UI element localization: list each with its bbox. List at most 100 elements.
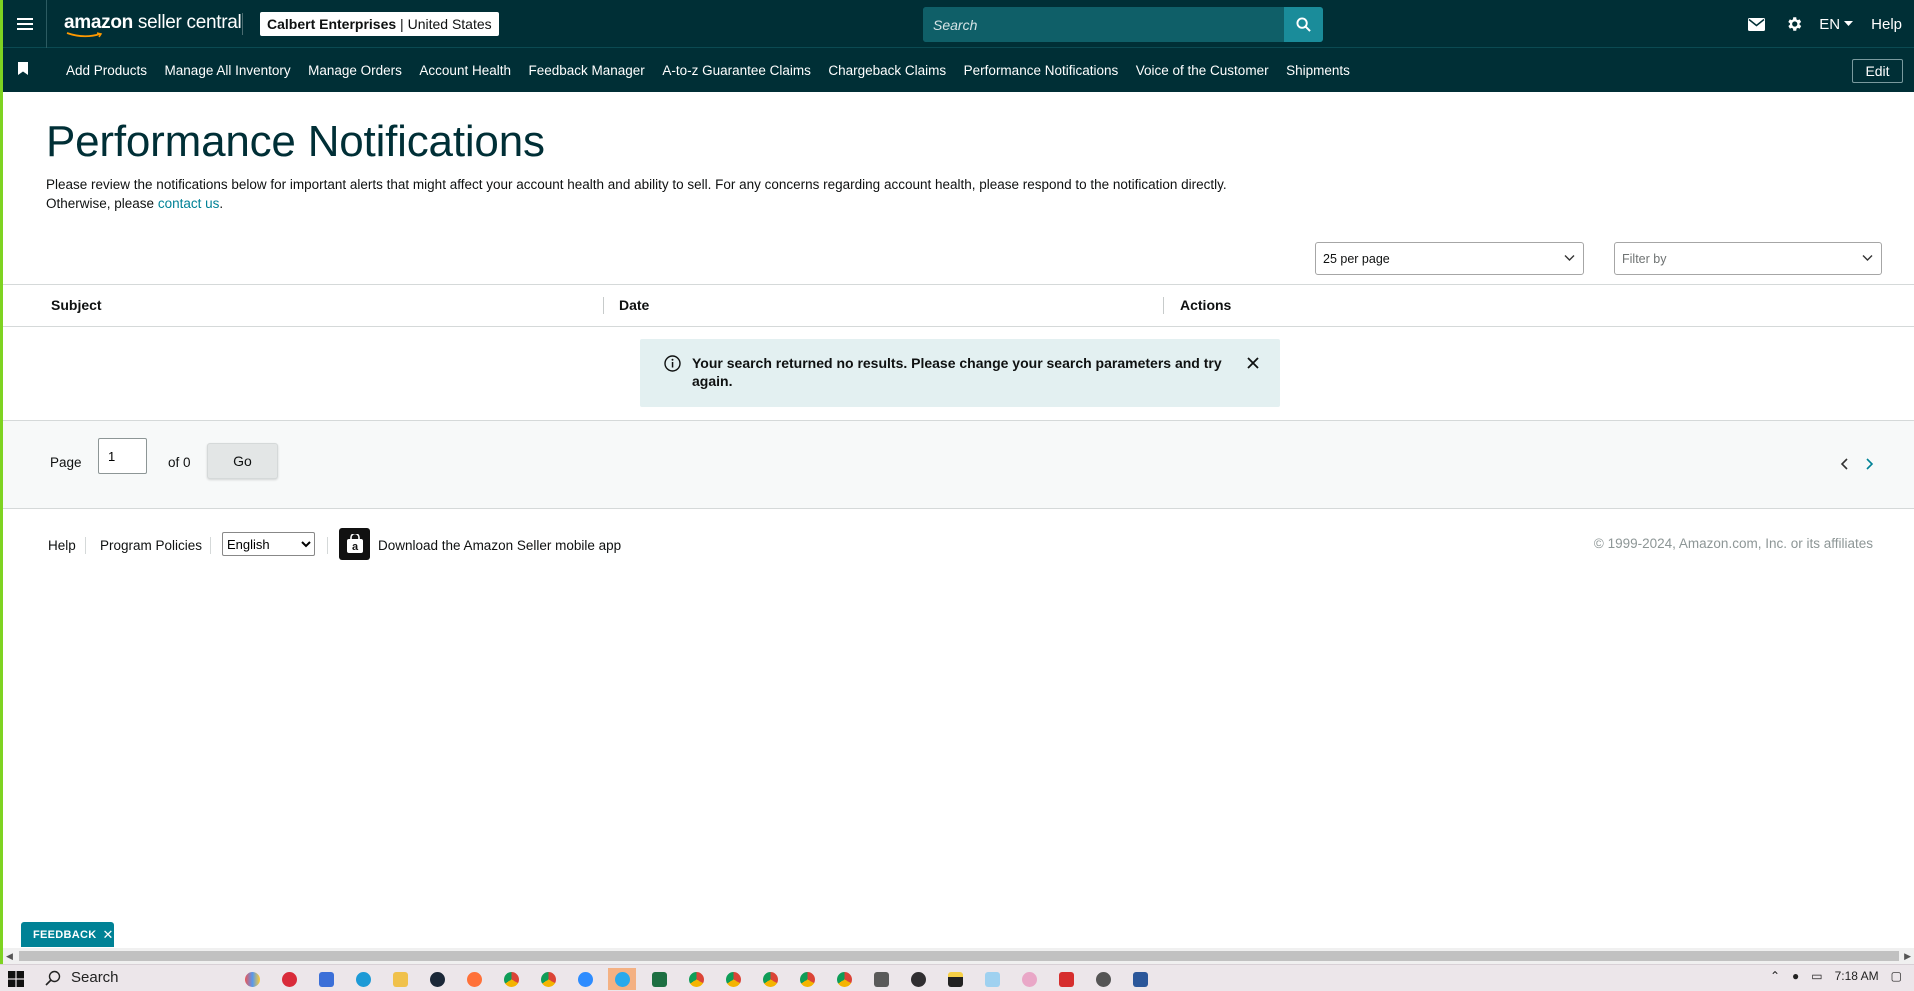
nav-item-chargeback-claims[interactable]: Chargeback Claims (828, 63, 946, 78)
chrome-profile-icon[interactable] (830, 968, 858, 990)
obs-icon[interactable] (904, 968, 932, 990)
page-number-input[interactable] (98, 438, 147, 474)
no-results-alert: Your search returned no results. Please … (640, 339, 1280, 407)
info-icon (664, 355, 681, 372)
nav-item-voice-of-customer[interactable]: Voice of the Customer (1136, 63, 1269, 78)
feedback-label: FEEDBACK (33, 928, 97, 941)
language-selector[interactable]: EN (1813, 16, 1863, 33)
red-app-icon[interactable] (275, 968, 303, 990)
messages-button[interactable] (1737, 0, 1775, 48)
excel-icon[interactable] (645, 968, 673, 990)
help-link[interactable]: Help (1863, 16, 1914, 33)
footer-program-policies-link[interactable]: Program Policies (100, 538, 202, 553)
firefox-icon[interactable] (460, 968, 488, 990)
battery-icon[interactable]: ▭ (1811, 969, 1822, 983)
zoom-icon[interactable] (571, 968, 599, 990)
paint-icon[interactable] (1015, 968, 1043, 990)
clock-time[interactable]: 7:18 AM (1835, 969, 1879, 983)
account-switcher[interactable]: Calbert Enterprises | United States (260, 12, 499, 36)
settings-button[interactable] (1775, 0, 1813, 48)
chrome-profile-icon[interactable] (534, 968, 562, 990)
nav-item-a-to-z-claims[interactable]: A-to-z Guarantee Claims (662, 63, 811, 78)
bookmark-icon[interactable] (17, 62, 29, 76)
seller-app-icon[interactable]: a (339, 528, 370, 560)
notifications-icon[interactable]: ▢ (1891, 969, 1902, 983)
calculator-icon[interactable] (867, 968, 895, 990)
copyright-text: © 1999-2024, Amazon.com, Inc. or its aff… (1593, 536, 1873, 551)
logo-divider (242, 13, 243, 35)
go-button[interactable]: Go (207, 443, 278, 479)
contact-us-link[interactable]: contact us (158, 196, 220, 211)
filter-placeholder: Filter by (1622, 252, 1667, 266)
mail-icon (1747, 17, 1765, 31)
chevron-right-icon[interactable] (1862, 457, 1876, 471)
chrome-profile-icon[interactable] (682, 968, 710, 990)
horizontal-scrollbar[interactable]: ◀ ▶ (3, 948, 1914, 964)
microphone-icon[interactable]: ● (1792, 969, 1799, 983)
sticky-notes-icon[interactable] (941, 968, 969, 990)
caret-down-icon (1844, 21, 1854, 26)
nav-item-feedback-manager[interactable]: Feedback Manager (528, 63, 644, 78)
page-total-label: of 0 (168, 455, 191, 470)
edge-icon[interactable] (349, 968, 377, 990)
close-icon[interactable] (1246, 356, 1260, 370)
taskbar-search[interactable]: Search (45, 969, 119, 986)
column-divider (603, 297, 604, 314)
account-name: Calbert Enterprises (267, 16, 397, 32)
store-app-icon[interactable] (312, 968, 340, 990)
acrobat-icon[interactable] (1052, 968, 1080, 990)
word-icon[interactable] (1126, 968, 1154, 990)
alert-message: Your search returned no results. Please … (692, 355, 1222, 389)
system-tray: ⌃ ● ▭ 7:18 AM ▢ (1770, 969, 1902, 983)
windows-taskbar: Search ⌃ ● ▭ 7:18 AM ▢ (0, 964, 1914, 991)
windows-start-icon[interactable] (8, 971, 24, 987)
filter-by-select[interactable]: Filter by (1614, 242, 1882, 275)
notepad-icon[interactable] (978, 968, 1006, 990)
page-title: Performance Notifications (46, 117, 545, 166)
steam-icon[interactable] (423, 968, 451, 990)
nav-item-performance-notifications[interactable]: Performance Notifications (964, 63, 1119, 78)
feedback-tab[interactable]: FEEDBACK ✕ (21, 922, 114, 947)
settings-icon[interactable] (1089, 968, 1117, 990)
column-divider (1163, 297, 1164, 314)
search-input[interactable] (923, 7, 1285, 42)
balloons-app-icon[interactable] (238, 968, 266, 990)
amazon-smile-icon (66, 32, 103, 38)
chevron-up-icon[interactable]: ⌃ (1770, 969, 1780, 983)
chrome-profile-icon[interactable] (719, 968, 747, 990)
chrome-icon[interactable] (497, 968, 525, 990)
per-page-select[interactable]: 25 per page (1315, 242, 1584, 275)
nav-item-add-products[interactable]: Add Products (66, 63, 147, 78)
nav-item-shipments[interactable]: Shipments (1286, 63, 1350, 78)
column-actions: Actions (1180, 297, 1232, 313)
nav-item-account-health[interactable]: Account Health (419, 63, 511, 78)
telegram-icon[interactable] (608, 968, 636, 990)
hamburger-menu-button[interactable] (3, 0, 47, 48)
taskbar-search-label: Search (71, 969, 119, 986)
pagination-bar: Page of 0 Go (3, 420, 1914, 509)
logo-text: seller central (132, 12, 242, 33)
nav-item-manage-all-inventory[interactable]: Manage All Inventory (165, 63, 291, 78)
search-button[interactable] (1284, 7, 1323, 42)
footer-help-link[interactable]: Help (48, 538, 76, 553)
column-subject[interactable]: Subject (51, 297, 102, 313)
seller-central-logo[interactable]: amazon seller central (64, 12, 242, 38)
edit-nav-button[interactable]: Edit (1852, 59, 1903, 83)
nav-items: Add Products Manage All Inventory Manage… (66, 48, 1367, 92)
close-icon[interactable]: ✕ (103, 927, 114, 943)
chrome-profile-icon[interactable] (793, 968, 821, 990)
footer-divider (327, 537, 328, 554)
search-bar (923, 7, 1323, 42)
file-explorer-icon[interactable] (386, 968, 414, 990)
search-icon (45, 970, 61, 986)
chrome-profile-icon[interactable] (756, 968, 784, 990)
scrollbar-thumb[interactable] (19, 951, 1899, 961)
scroll-right-icon[interactable]: ▶ (1904, 951, 1911, 962)
scroll-left-icon[interactable]: ◀ (6, 951, 13, 962)
intro-end: . (219, 196, 224, 211)
footer-language-select[interactable]: English (222, 532, 315, 556)
column-date[interactable]: Date (619, 297, 649, 313)
chevron-left-icon[interactable] (1838, 457, 1852, 471)
nav-item-manage-orders[interactable]: Manage Orders (308, 63, 402, 78)
app-download-link[interactable]: Download the Amazon Seller mobile app (378, 538, 621, 553)
